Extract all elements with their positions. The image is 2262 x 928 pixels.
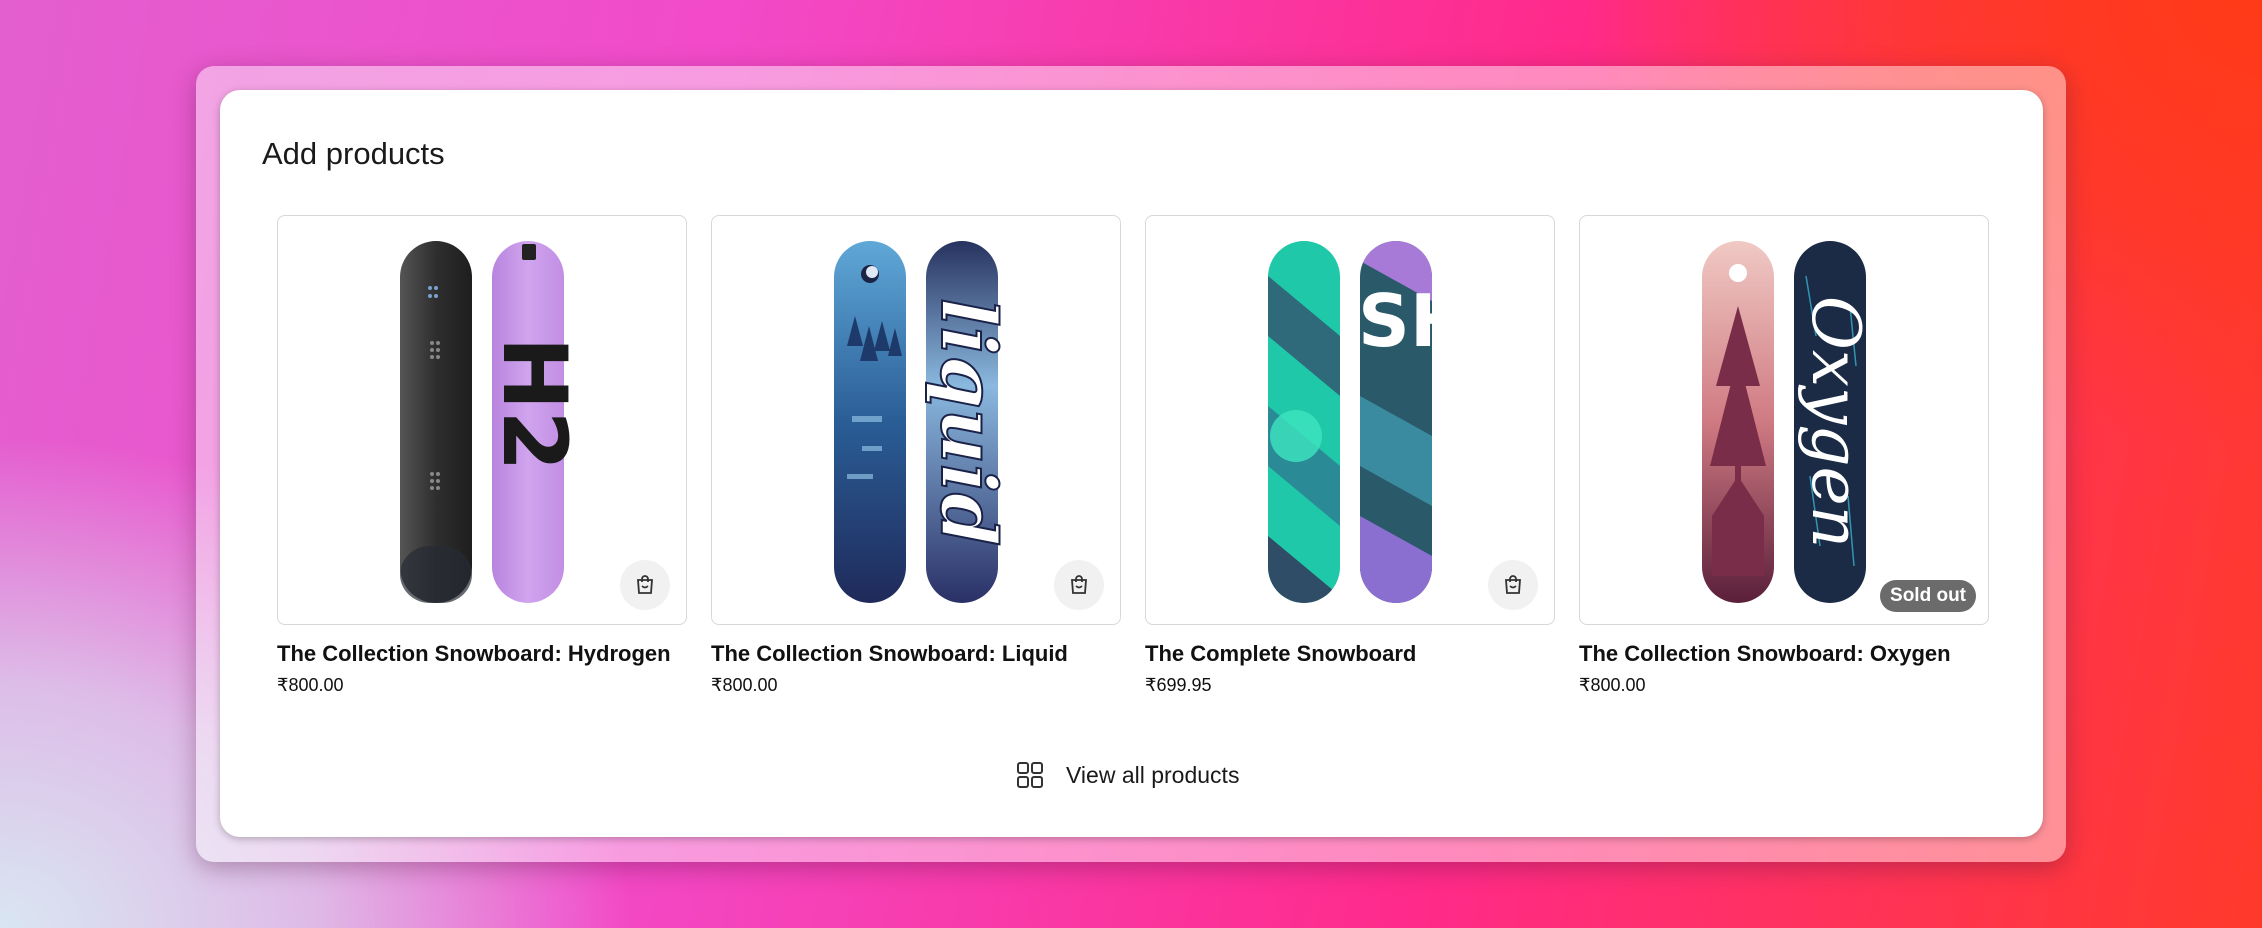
product-name[interactable]: The Collection Snowboard: Oxygen — [1579, 641, 1989, 667]
product-price: ₹800.00 — [1579, 675, 1646, 695]
product-price: ₹800.00 — [711, 675, 778, 695]
snowboards-image: SHOPIFY — [1268, 241, 1555, 603]
board-graphic-text: H2 — [483, 337, 586, 472]
product-image[interactable]: liquid — [711, 215, 1121, 625]
product-card-hydrogen[interactable]: H2 The Collection Snowboard: Hydrogen ₹8… — [277, 215, 687, 696]
product-name[interactable]: The Collection Snowboard: Liquid — [711, 641, 1121, 667]
product-price: ₹800.00 — [277, 675, 344, 695]
board-graphic-text: Oxygen — [1797, 296, 1874, 548]
section-title: Add products — [262, 136, 445, 171]
snowboards-image: Oxygen — [1702, 241, 1874, 603]
product-card-complete[interactable]: SHOPIFY The Complete Snowboard ₹699.95 — [1145, 215, 1555, 696]
board-graphic-text: SHOPIFY — [1358, 279, 1555, 363]
shopping-bag-icon — [637, 575, 653, 594]
product-grid: H2 The Collection Snowboard: Hydrogen ₹8… — [277, 215, 1989, 696]
product-card-oxygen[interactable]: Oxygen Sold out The Collection Snowboard… — [1579, 215, 1989, 696]
snowboards-image: liquid — [834, 241, 1014, 603]
grid-icon — [1017, 762, 1043, 788]
product-card-liquid[interactable]: liquid The Collection Snowboard: Liquid … — [711, 215, 1121, 696]
board-graphic-text: liquid — [924, 298, 1013, 546]
quick-add-button[interactable] — [1488, 560, 1538, 610]
product-name[interactable]: The Complete Snowboard — [1145, 641, 1555, 667]
product-name[interactable]: The Collection Snowboard: Hydrogen — [277, 641, 687, 667]
quick-add-button[interactable] — [1054, 560, 1104, 610]
shopping-bag-icon — [1505, 575, 1521, 594]
add-products-card: Add products H2 The Collection Snowboard… — [220, 90, 2043, 837]
snowboards-image: H2 — [400, 241, 586, 603]
product-image[interactable]: H2 — [277, 215, 687, 625]
view-all-products-button[interactable]: View all products — [1016, 761, 1239, 789]
product-image[interactable]: Oxygen Sold out — [1579, 215, 1989, 625]
shopping-bag-icon — [1071, 575, 1087, 594]
product-price: ₹699.95 — [1145, 675, 1212, 695]
view-all-label: View all products — [1066, 761, 1240, 788]
sold-out-badge: Sold out — [1880, 580, 1976, 612]
product-image[interactable]: SHOPIFY — [1145, 215, 1555, 625]
quick-add-button[interactable] — [620, 560, 670, 610]
